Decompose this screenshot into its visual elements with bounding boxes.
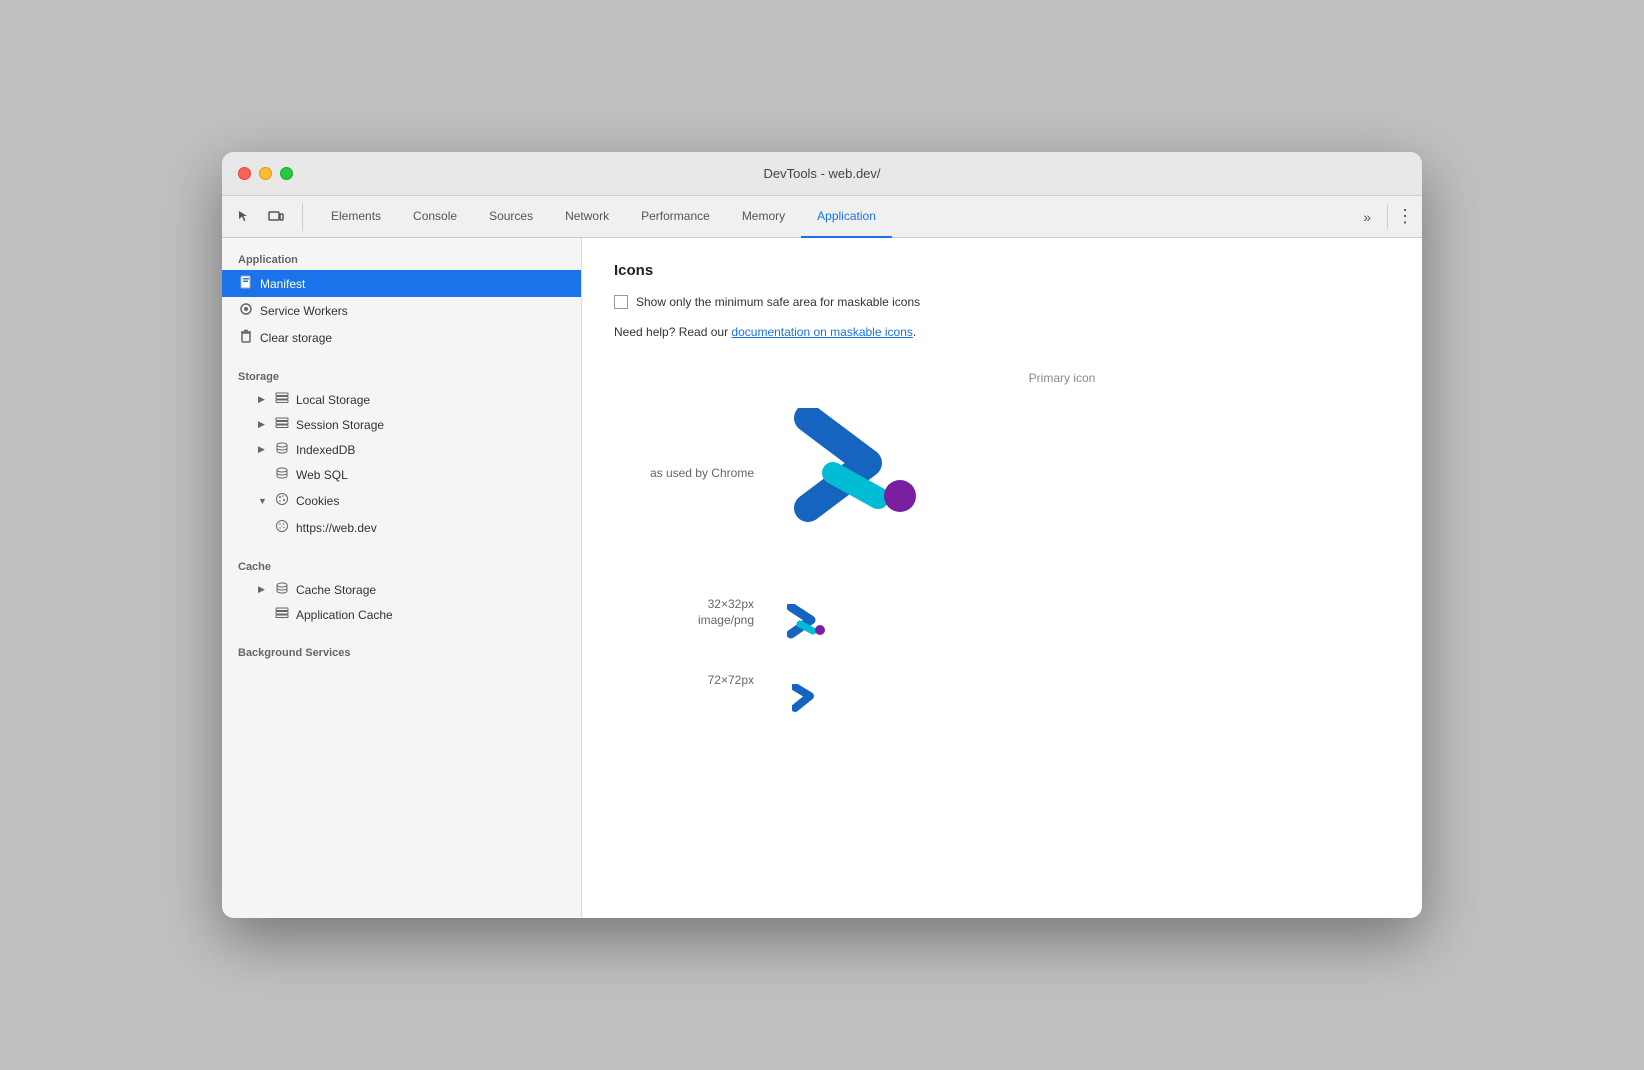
inspect-icon[interactable] xyxy=(230,203,258,231)
primary-icon-row: as used by Chrome xyxy=(614,393,1390,553)
sidebar-item-cookies[interactable]: ▼ Cookies xyxy=(222,487,581,514)
more-tabs-button[interactable]: » xyxy=(1355,209,1379,225)
cookies-url-label: https://web.dev xyxy=(296,521,377,535)
device-toggle-icon[interactable] xyxy=(262,203,290,231)
cookies-icon xyxy=(274,492,290,509)
sidebar-section-cache: Cache xyxy=(222,553,581,577)
service-workers-label: Service Workers xyxy=(260,304,348,318)
web-sql-icon xyxy=(274,467,290,482)
sized-icon-row-72: 72×72px xyxy=(614,669,838,729)
tab-memory[interactable]: Memory xyxy=(726,196,801,238)
sidebar-section-background: Background Services xyxy=(222,639,581,663)
cookies-url-icon xyxy=(274,519,290,536)
sidebar-item-app-cache[interactable]: ▶ Application Cache xyxy=(222,602,581,627)
cache-storage-icon xyxy=(274,582,290,597)
icon-display-area: Primary icon as used by Chrome xyxy=(614,371,1390,737)
app-cache-label: Application Cache xyxy=(296,608,393,622)
menu-button[interactable]: ⋮ xyxy=(1396,206,1414,227)
maskable-checkbox-label: Show only the minimum safe area for mask… xyxy=(636,295,920,309)
tabs: Elements Console Sources Network Perform… xyxy=(315,196,1355,238)
icon-size-32: 32×32px image/png xyxy=(614,593,754,627)
local-storage-icon xyxy=(274,392,290,407)
cache-storage-label: Cache Storage xyxy=(296,583,376,597)
sidebar-item-local-storage[interactable]: ▶ Local Storage xyxy=(222,387,581,412)
service-workers-icon xyxy=(238,302,254,319)
manifest-label: Manifest xyxy=(260,277,305,291)
cookies-arrow: ▼ xyxy=(258,496,268,506)
session-storage-arrow: ▶ xyxy=(258,419,268,430)
toolbar: Elements Console Sources Network Perform… xyxy=(222,196,1422,238)
small-icon-display-32 xyxy=(778,593,838,653)
devtools-window: DevTools - web.dev/ Elements Console Sou… xyxy=(222,152,1422,918)
clear-storage-icon xyxy=(238,329,254,346)
sidebar-item-indexeddb[interactable]: ▶ IndexedDB xyxy=(222,437,581,462)
minimize-button[interactable] xyxy=(259,167,272,180)
main-content: Application Manifest xyxy=(222,238,1422,918)
indexeddb-arrow: ▶ xyxy=(258,444,268,455)
small-webdev-icon-32 xyxy=(787,604,829,642)
cache-storage-arrow: ▶ xyxy=(258,584,268,595)
sidebar-item-manifest[interactable]: Manifest xyxy=(222,270,581,297)
sidebar-item-web-sql[interactable]: ▶ Web SQL xyxy=(222,462,581,487)
maximize-button[interactable] xyxy=(280,167,293,180)
toolbar-divider xyxy=(1387,205,1388,229)
sidebar-section-application: Application xyxy=(222,246,581,270)
sized-icon-row-32: 32×32px image/png xyxy=(614,593,838,653)
indexeddb-label: IndexedDB xyxy=(296,443,355,457)
web-sql-label: Web SQL xyxy=(296,468,348,482)
maskable-checkbox[interactable] xyxy=(614,295,628,309)
tab-console[interactable]: Console xyxy=(397,196,473,238)
tab-performance[interactable]: Performance xyxy=(625,196,726,238)
tab-elements[interactable]: Elements xyxy=(315,196,397,238)
help-text: Need help? Read our documentation on mas… xyxy=(614,325,1390,339)
indexeddb-icon xyxy=(274,442,290,457)
app-cache-icon xyxy=(274,607,290,622)
close-button[interactable] xyxy=(238,167,251,180)
size-72-label: 72×72px xyxy=(614,673,754,687)
primary-icon-label: Primary icon xyxy=(734,371,1390,385)
traffic-lights xyxy=(238,167,293,180)
tab-sources[interactable]: Sources xyxy=(473,196,549,238)
large-icon-display xyxy=(778,393,938,553)
sidebar-item-cookies-url[interactable]: https://web.dev xyxy=(222,514,581,541)
tab-application[interactable]: Application xyxy=(801,196,892,238)
sidebar-item-session-storage[interactable]: ▶ Session Storage xyxy=(222,412,581,437)
sidebar-item-cache-storage[interactable]: ▶ Cache Storage xyxy=(222,577,581,602)
session-storage-label: Session Storage xyxy=(296,418,384,432)
sidebar-item-clear-storage[interactable]: Clear storage xyxy=(222,324,581,351)
icons-heading: Icons xyxy=(614,262,1390,279)
cookies-label: Cookies xyxy=(296,494,339,508)
toolbar-icons xyxy=(230,203,303,231)
local-storage-arrow: ▶ xyxy=(258,394,268,405)
type-png-label: image/png xyxy=(614,613,754,627)
titlebar: DevTools - web.dev/ xyxy=(222,152,1422,196)
session-storage-icon xyxy=(274,417,290,432)
help-link[interactable]: documentation on maskable icons xyxy=(731,325,912,339)
help-prefix: Need help? Read our xyxy=(614,325,731,339)
maskable-checkbox-row: Show only the minimum safe area for mask… xyxy=(614,295,1390,309)
small-icon-display-72 xyxy=(778,669,838,729)
sidebar: Application Manifest xyxy=(222,238,582,918)
large-webdev-icon xyxy=(788,408,928,538)
tab-network[interactable]: Network xyxy=(549,196,625,238)
clear-storage-label: Clear storage xyxy=(260,331,332,345)
manifest-icon xyxy=(238,275,254,292)
primary-icon-section: Primary icon as used by Chrome xyxy=(614,371,1390,569)
as-used-label: as used by Chrome xyxy=(614,466,754,480)
window-title: DevTools - web.dev/ xyxy=(763,166,880,181)
local-storage-label: Local Storage xyxy=(296,393,370,407)
main-panel: Icons Show only the minimum safe area fo… xyxy=(582,238,1422,918)
small-webdev-icon-72 xyxy=(792,684,824,714)
size-32-label: 32×32px xyxy=(614,597,754,611)
sidebar-item-service-workers[interactable]: Service Workers xyxy=(222,297,581,324)
help-suffix: . xyxy=(913,325,916,339)
icon-size-72: 72×72px xyxy=(614,669,754,687)
sidebar-section-storage: Storage xyxy=(222,363,581,387)
